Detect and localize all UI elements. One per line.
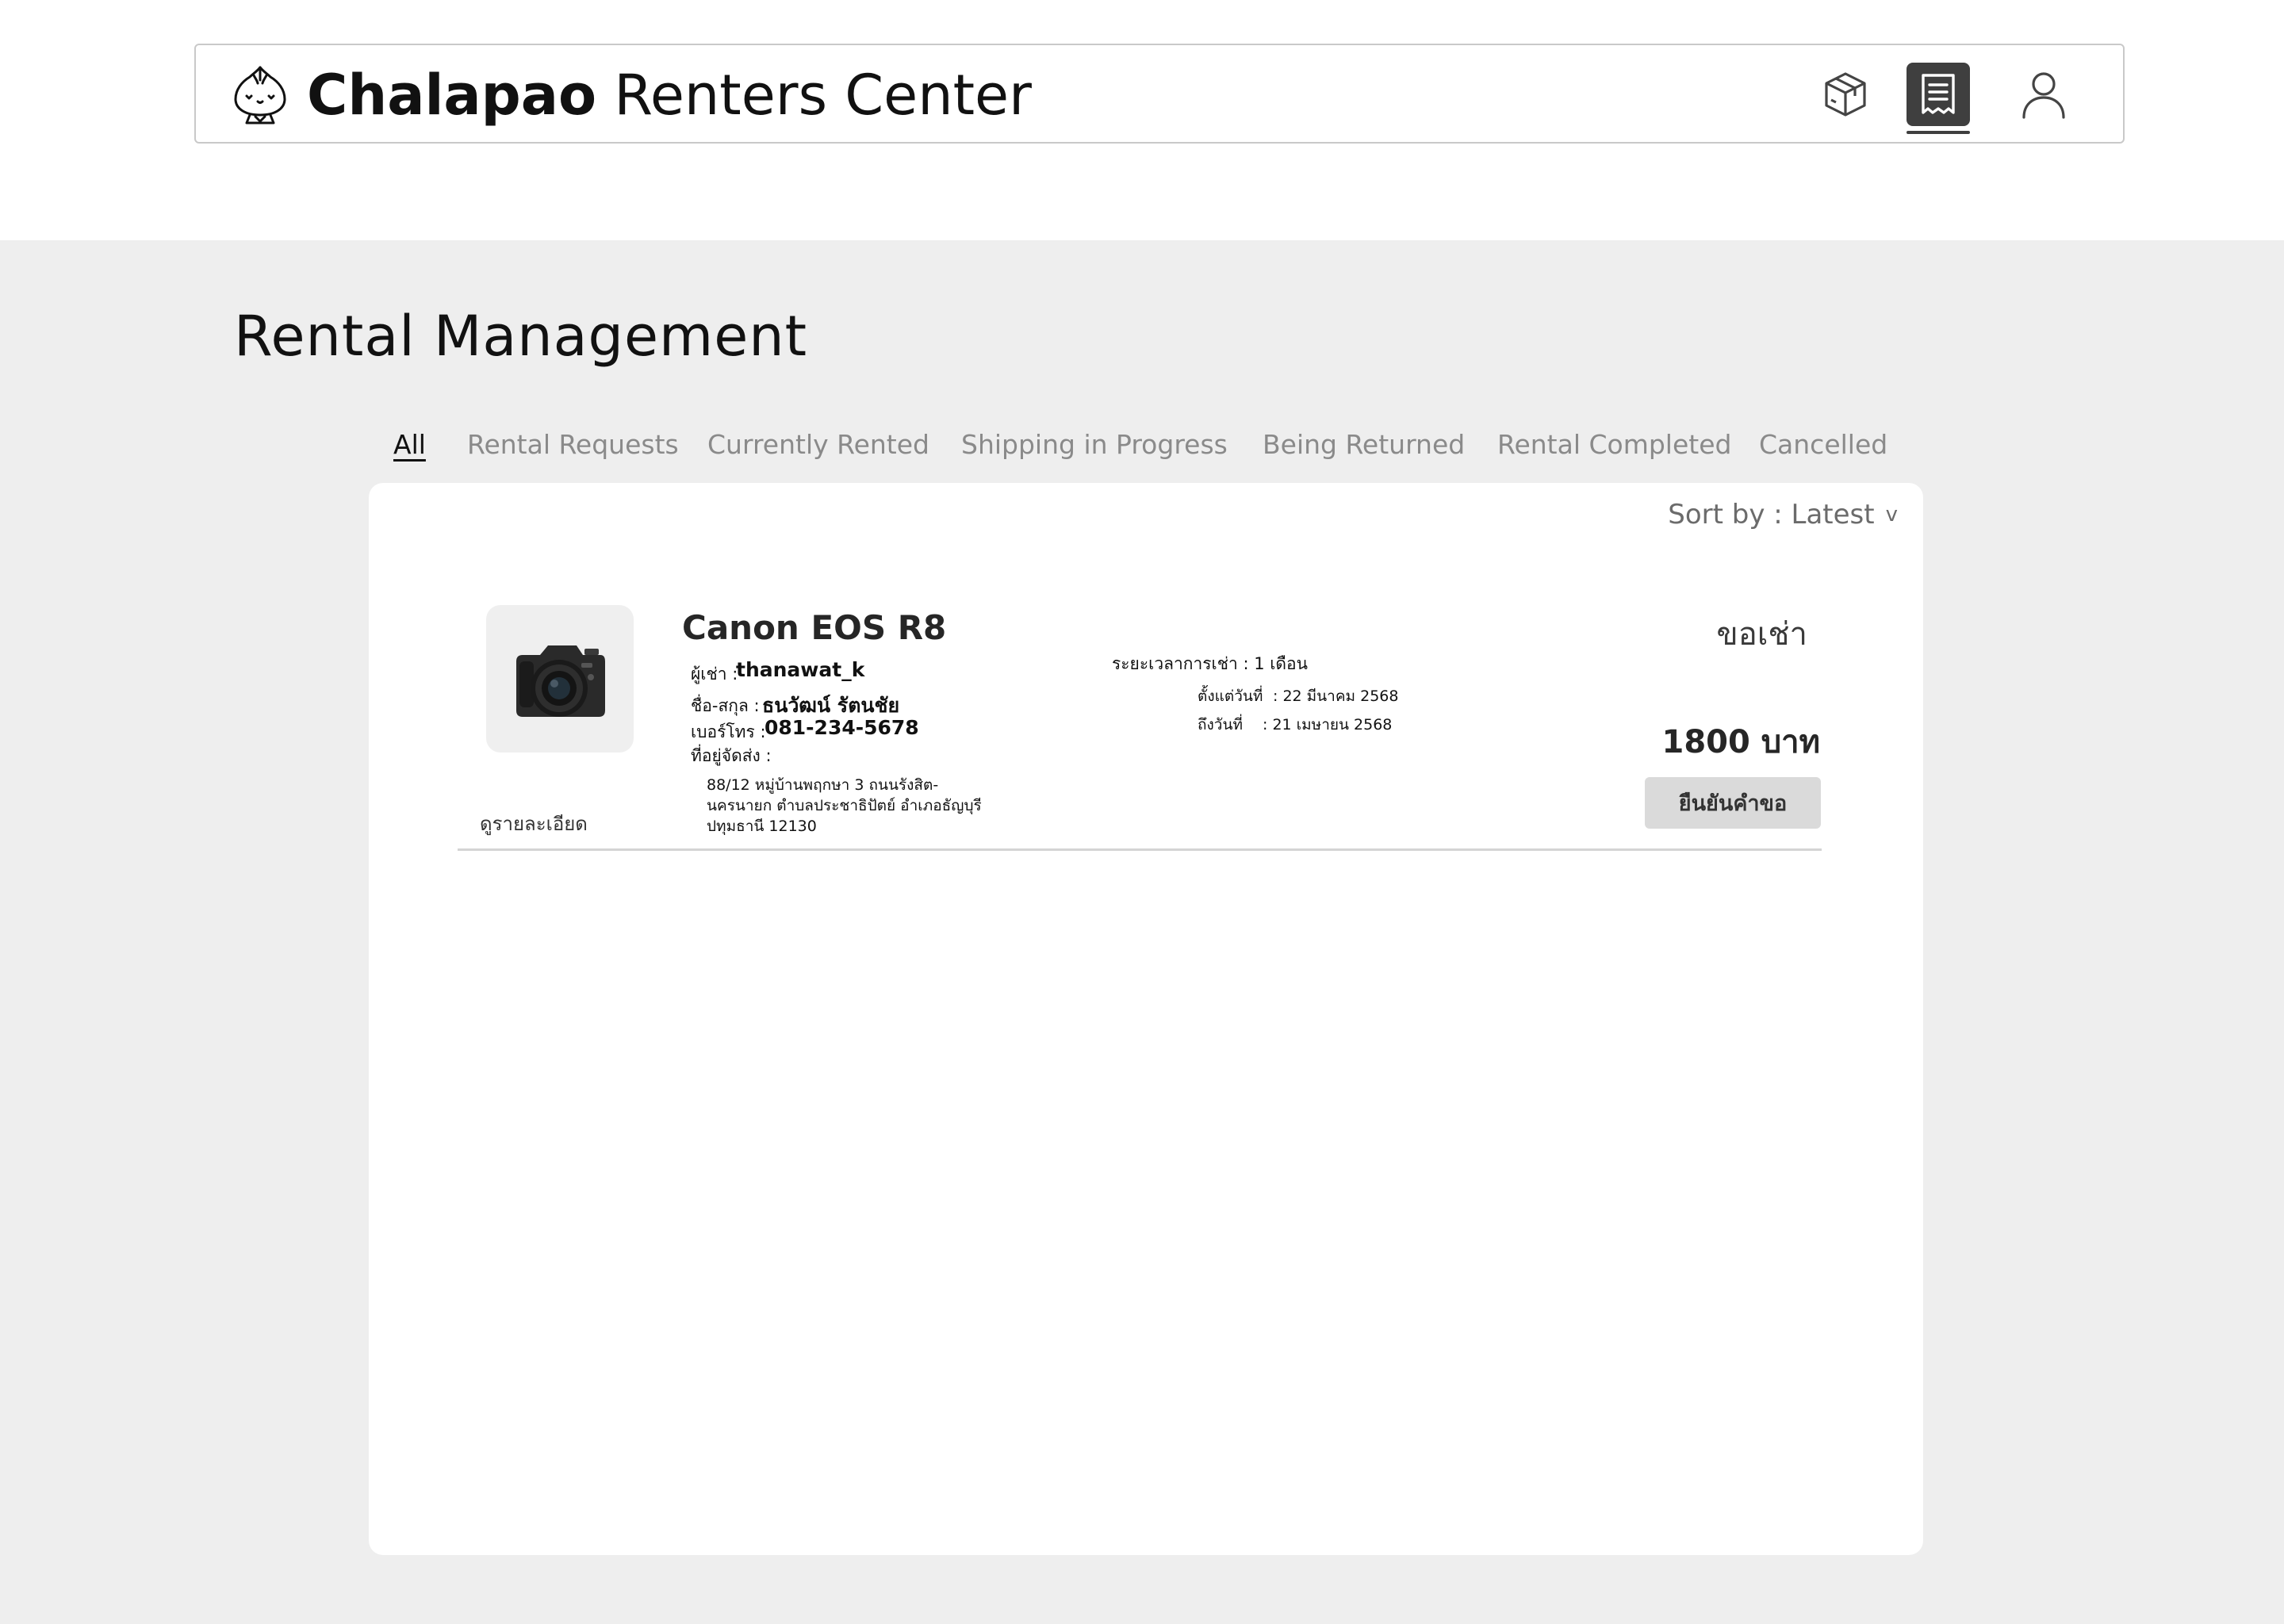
status-tabs: All Rental Requests Currently Rented Shi… <box>0 429 2284 469</box>
nav-account-button[interactable] <box>2012 63 2075 126</box>
start-date-label: ตั้งแต่วันที่ <box>1198 688 1263 705</box>
chevron-down-icon: v <box>1885 503 1898 527</box>
confirm-request-button[interactable]: ยืนยันคำขอ <box>1645 777 1821 829</box>
rental-price: 1800 บาท <box>1661 724 1820 760</box>
receipt-icon <box>1922 74 1955 114</box>
address-label: ที่อยู่จัดส่ง : <box>691 746 772 765</box>
end-date-label: ถึงวันที่ <box>1198 716 1243 733</box>
brand-title: Chalapao Renters Center <box>307 61 1032 129</box>
renter-phone: 081-234-5678 <box>765 716 919 739</box>
end-date-value: : 21 เมษายน 2568 <box>1263 716 1393 733</box>
user-icon <box>2022 72 2065 119</box>
main-content: Rental Management All Rental Requests Cu… <box>0 240 2284 1624</box>
sort-dropdown[interactable]: Sort by : Latest v <box>1668 499 1898 530</box>
tab-shipping-in-progress[interactable]: Shipping in Progress <box>961 429 1228 460</box>
tab-rental-requests[interactable]: Rental Requests <box>467 429 679 460</box>
view-details-link[interactable]: ดูรายละเอียด <box>480 808 588 839</box>
active-nav-indicator <box>1907 131 1970 134</box>
product-thumbnail[interactable] <box>486 605 634 753</box>
product-name: Canon EOS R8 <box>682 608 947 647</box>
shipping-address: 88/12 หมู่บ้านพฤกษา 3 ถนนรังสิต-นครนายก … <box>707 776 982 835</box>
item-divider <box>458 848 1822 851</box>
rental-list-card: Sort by : Latest v ดูรายละเอียด Canon EO… <box>369 483 1923 1555</box>
nav-products-button[interactable] <box>1814 63 1877 126</box>
sort-label: Sort by : Latest <box>1668 499 1875 530</box>
nav-rentals-button[interactable] <box>1907 63 1970 126</box>
status-badge: ขอเช่า <box>1716 616 1807 653</box>
renter-username: thanawat_k <box>736 658 865 681</box>
brand-name: Chalapao <box>307 63 597 128</box>
camera-icon <box>516 645 605 717</box>
package-icon <box>1825 72 1866 117</box>
rental-period: ระยะเวลาการเช่า : 1 เดือน <box>1112 654 1309 673</box>
fullname-label: ชื่อ-สกุล : <box>691 696 760 715</box>
page-title: Rental Management <box>234 304 808 369</box>
brand-suffix: Renters Center <box>596 63 1032 128</box>
tab-currently-rented[interactable]: Currently Rented <box>707 429 929 460</box>
phone-label: เบอร์โทร : <box>691 722 766 741</box>
tab-being-returned[interactable]: Being Returned <box>1263 429 1465 460</box>
top-header: Chalapao Renters Center <box>194 44 2125 144</box>
start-date-value: : 22 มีนาคม 2568 <box>1273 688 1399 705</box>
renter-label: ผู้เช่า : <box>691 665 738 684</box>
tab-cancelled[interactable]: Cancelled <box>1759 429 1887 460</box>
tab-rental-completed[interactable]: Rental Completed <box>1497 429 1731 460</box>
tab-all[interactable]: All <box>393 429 426 460</box>
dumpling-logo-icon <box>229 63 291 126</box>
